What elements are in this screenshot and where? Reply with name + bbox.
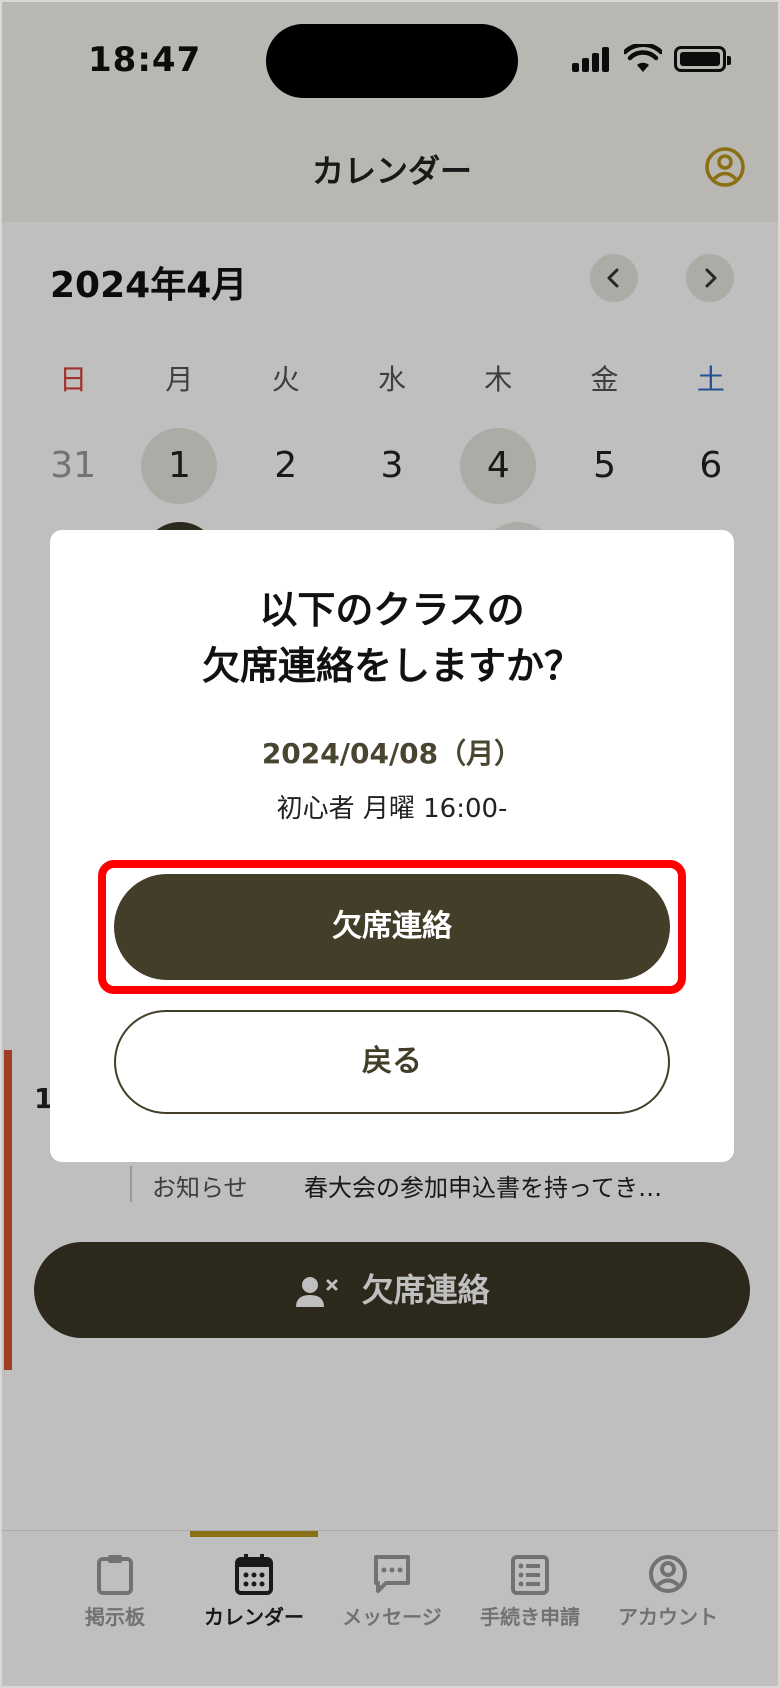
app-screen: 18:47 カレンダー 2024年4月 日 月 火 水 木 金 土 31 1 2… <box>0 0 780 1688</box>
absence-confirm-dialog: 以下のクラスの 欠席連絡をしますか？ 2024/04/08（月） 初心者 月曜 … <box>50 530 734 1162</box>
dialog-title-line: 以下のクラスの <box>259 588 525 632</box>
class-info: 初心者 月曜 16:00- <box>276 794 508 824</box>
dialog-title: 以下のクラスの 欠席連絡をしますか？ <box>50 582 734 694</box>
dialog-title-line: 欠席連絡をしますか？ <box>201 644 582 688</box>
confirm-absent-button[interactable]: 欠席連絡 <box>114 874 670 980</box>
class-date: 2024/04/08（月） <box>261 737 523 770</box>
back-button[interactable]: 戻る <box>114 1010 670 1114</box>
